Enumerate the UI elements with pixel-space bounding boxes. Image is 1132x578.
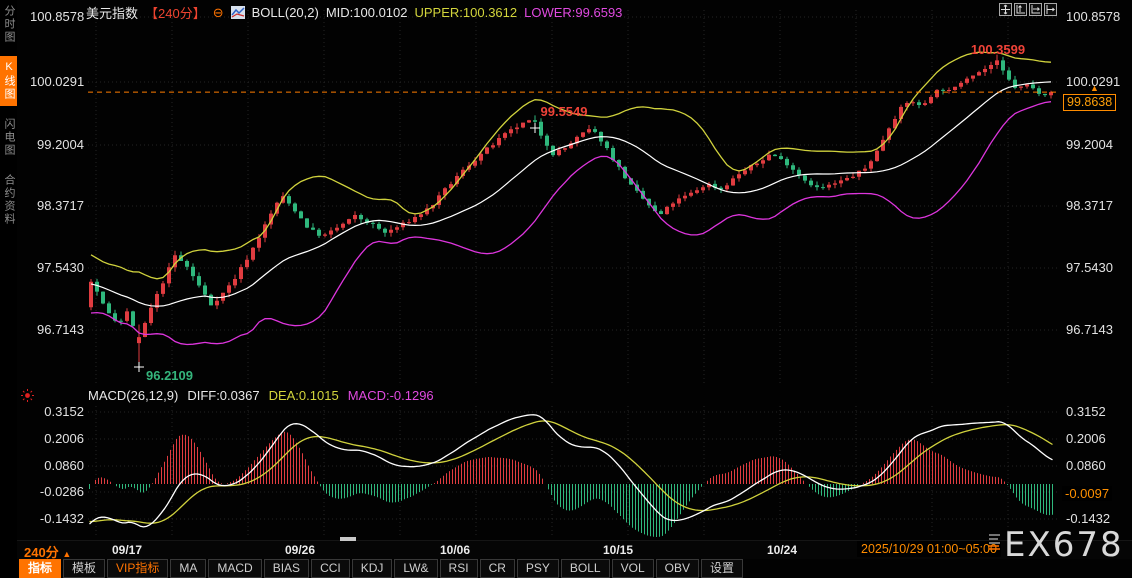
- sidebar-tab-1[interactable]: K线图: [0, 56, 17, 106]
- y-axis-scale-icon[interactable]: [1014, 3, 1027, 16]
- price-up-arrow-icon: ▲: [1090, 83, 1099, 93]
- current-bar-datetime: 2025/10/29 01:00~05:00: [857, 541, 1001, 557]
- boll-label: BOLL(20,2): [251, 5, 319, 20]
- x-label-date-2: 10/06: [439, 543, 471, 557]
- toolbar-item-MACD[interactable]: MACD: [208, 559, 262, 578]
- macd-dea-value: DEA:0.1015: [268, 388, 339, 403]
- toolbar-item-KDJ[interactable]: KDJ: [351, 559, 393, 578]
- macd-value-badge: -0.0097: [1062, 486, 1113, 501]
- toolbar-item-设置[interactable]: 设置: [700, 559, 743, 578]
- chart-tools: [999, 3, 1057, 16]
- x-label-date-1: 09/26: [284, 543, 316, 557]
- y-label-main-left-4: 97.5430: [37, 260, 84, 275]
- period-label: 【240分】: [145, 6, 206, 21]
- sidebar-tab-3[interactable]: 合约资料: [0, 169, 17, 231]
- pan-tool-icon[interactable]: [999, 3, 1012, 16]
- shift-right-icon[interactable]: [1044, 3, 1057, 16]
- boll-mid-value: MID:100.0102: [325, 5, 408, 20]
- macd-bar-value: MACD:-0.1296: [347, 388, 434, 403]
- y-label-macd-left-3: -0.0286: [39, 484, 84, 499]
- macd-diff-value: DIFF:0.0367: [187, 388, 260, 403]
- sidebar-tab-2[interactable]: 闪电图: [0, 113, 17, 162]
- annotation-swing-high: 99.5549: [540, 104, 588, 119]
- collapse-indicator-icon[interactable]: ⊖: [213, 5, 224, 21]
- watermark-text: EX678: [1004, 525, 1124, 565]
- toolbar-item-VOL[interactable]: VOL: [611, 559, 654, 578]
- y-label-macd-left-0: 0.3152: [44, 404, 84, 419]
- y-label-main-right-0: 100.8578: [1066, 9, 1121, 24]
- chart-canvas[interactable]: [0, 0, 1132, 578]
- indicator-toolbar: 指标 模板 VIP指标 MA MACD BIAS CCI KDJ LW& RSI CR PSY BOLL…: [19, 559, 743, 578]
- toolbar-item-模板[interactable]: 模板: [63, 559, 106, 578]
- chart-application: 分时图 K线图闪电图合约资料 美元指数 【240分】 ⊖ BOLL(20,2) M…: [0, 0, 1132, 578]
- toolbar-item-VIP指标[interactable]: VIP指标: [107, 559, 169, 578]
- y-label-main-left-2: 99.2004: [37, 137, 84, 152]
- y-label-main-left-1: 100.0291: [30, 74, 85, 89]
- toolbar-item-CCI[interactable]: CCI: [311, 559, 350, 578]
- y-label-main-right-4: 97.5430: [1066, 260, 1113, 275]
- y-label-macd-left-1: 0.2006: [44, 431, 84, 446]
- toolbar-item-指标[interactable]: 指标: [19, 559, 62, 578]
- y-label-macd-right-1: 0.2006: [1066, 431, 1106, 446]
- y-label-macd-right-2: 0.0860: [1066, 458, 1106, 473]
- scrollbar-thumb[interactable]: [340, 537, 356, 541]
- y-label-macd-left-2: 0.0860: [44, 458, 84, 473]
- annotation-low: 96.2109: [146, 368, 193, 383]
- y-label-main-right-5: 96.7143: [1066, 322, 1113, 337]
- y-label-macd-left-4: -0.1432: [39, 511, 84, 526]
- x-label-date-0: 09/17: [111, 543, 143, 557]
- x-label-date-3: 10/15: [602, 543, 634, 557]
- y-label-main-left-0: 100.8578: [30, 9, 85, 24]
- y-label-macd-right-0: 0.3152: [1066, 404, 1106, 419]
- toolbar-item-BIAS[interactable]: BIAS: [263, 559, 310, 578]
- sidebar-tab-0[interactable]: 分时图: [0, 0, 17, 49]
- boll-indicator-icon[interactable]: [230, 6, 245, 19]
- toolbar-item-MA[interactable]: MA: [170, 559, 207, 578]
- macd-header: MACD(26,12,9) DIFF:0.0367 DEA:0.1015 MAC…: [88, 388, 434, 403]
- toolbar-item-LW&[interactable]: LW&: [394, 559, 438, 578]
- toolbar-item-CR[interactable]: CR: [479, 559, 515, 578]
- logo-icon: [988, 533, 1001, 550]
- y-label-main-left-3: 98.3717: [37, 198, 84, 213]
- watermark: EX678: [988, 527, 1124, 563]
- boll-upper-value: UPPER:100.3612: [414, 5, 518, 20]
- y-label-main-right-3: 98.3717: [1066, 198, 1113, 213]
- toolbar-item-OBV[interactable]: OBV: [655, 559, 699, 578]
- y-label-main-left-5: 96.7143: [37, 322, 84, 337]
- annotation-high: 100.3599: [970, 42, 1026, 57]
- x-axis-scale-icon[interactable]: [1029, 3, 1042, 16]
- y-label-main-right-2: 99.2004: [1066, 137, 1113, 152]
- macd-label: MACD(26,12,9): [88, 388, 179, 403]
- chart-header: 美元指数 【240分】 ⊖ BOLL(20,2) MID:100.0102 UP…: [86, 3, 622, 22]
- x-label-date-4: 10/24: [766, 543, 798, 557]
- toolbar-item-BOLL[interactable]: BOLL: [560, 559, 610, 578]
- last-price-badge: 99.8638: [1063, 94, 1117, 111]
- toolbar-item-RSI[interactable]: RSI: [439, 559, 478, 578]
- toolbar-item-PSY[interactable]: PSY: [516, 559, 559, 578]
- chart-type-sidebar: 分时图 K线图闪电图合约资料: [0, 0, 17, 578]
- boll-lower-value: LOWER:99.6593: [524, 5, 623, 20]
- alert-icon[interactable]: [20, 388, 35, 403]
- symbol-name: 美元指数: [86, 6, 139, 21]
- period-arrow-icon: ▲: [62, 549, 72, 559]
